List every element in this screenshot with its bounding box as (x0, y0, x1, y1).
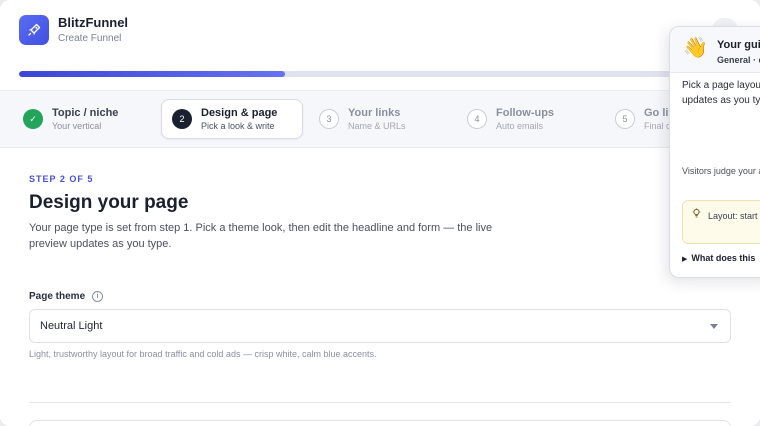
step-followups[interactable]: 4 Follow-ups Auto emails (467, 99, 554, 139)
step-subtitle: Pick a look & write (201, 121, 275, 131)
divider (29, 402, 731, 403)
rocket-icon[interactable] (19, 15, 49, 45)
guide-details-toggle[interactable]: ▶ What does this (682, 253, 755, 263)
progress-fill (19, 71, 285, 77)
tip-text: Layout: start updates as yo (708, 211, 760, 221)
page-subtitle: Create Funnel (58, 33, 122, 44)
app-window: BlitzFunnel Create Funnel ✓ Topic / nich… (0, 0, 760, 426)
step-number: 3 (319, 109, 339, 129)
step-golive[interactable]: 5 Go liv Final c (615, 99, 675, 139)
step-design[interactable]: 2 Design & page Pick a look & write (161, 99, 303, 139)
details-label: What does this (691, 253, 756, 263)
step-title: Your links (348, 107, 401, 119)
step-title: Design & page (201, 107, 278, 119)
guide-title: Your gui (717, 39, 760, 51)
guide-panel: 👋 Your gui General · c Pick a page layou… (669, 26, 760, 278)
guide-header: 👋 Your gui General · c (670, 27, 760, 73)
step-number: 4 (467, 109, 487, 129)
theme-select[interactable]: Neutral Light (29, 309, 731, 343)
theme-field-label: Page theme i (29, 291, 104, 302)
step-subtitle: Name & URLs (348, 121, 406, 131)
step-eyebrow: STEP 2 OF 5 (29, 174, 94, 184)
lightbulb-icon (692, 208, 701, 220)
theme-hint: Light, trustworthy layout for broad traf… (29, 349, 377, 359)
brand-name: BlitzFunnel (58, 15, 129, 30)
info-icon[interactable]: i (92, 291, 104, 302)
step-title: Topic / niche (52, 107, 119, 119)
step-subtitle: Your vertical (52, 121, 102, 131)
theme-label-text: Page theme (29, 291, 86, 302)
disclosure-triangle-icon: ▶ (682, 256, 688, 263)
step-title: Follow-ups (496, 107, 555, 119)
page-title: Design your page (29, 192, 189, 213)
check-icon: ✓ (23, 109, 43, 129)
stepper: ✓ Topic / niche Your vertical 2 Design &… (0, 90, 760, 148)
header: BlitzFunnel Create Funnel (0, 0, 760, 90)
chevron-down-icon (710, 324, 718, 329)
step-subtitle: Auto emails (496, 121, 544, 131)
step-links[interactable]: 3 Your links Name & URLs (319, 99, 406, 139)
guide-paragraph: Visitors judge your and writing on one (682, 166, 760, 176)
theme-select-value: Neutral Light (40, 320, 103, 332)
main-content: STEP 2 OF 5 Design your page Your page t… (0, 148, 760, 426)
wave-icon: 👋 (683, 37, 708, 59)
page-description: Your page type is set from step 1. Pick … (29, 222, 493, 250)
guide-paragraph: Pick a page layou headline and form upda… (682, 80, 760, 106)
guide-meta: General · c (717, 55, 760, 65)
step-number: 2 (172, 109, 192, 129)
next-section-card (29, 420, 731, 426)
guide-tip: Layout: start updates as yo (682, 200, 760, 244)
step-topic[interactable]: ✓ Topic / niche Your vertical (23, 99, 118, 139)
step-number: 5 (615, 109, 635, 129)
progress-bar (19, 71, 719, 77)
